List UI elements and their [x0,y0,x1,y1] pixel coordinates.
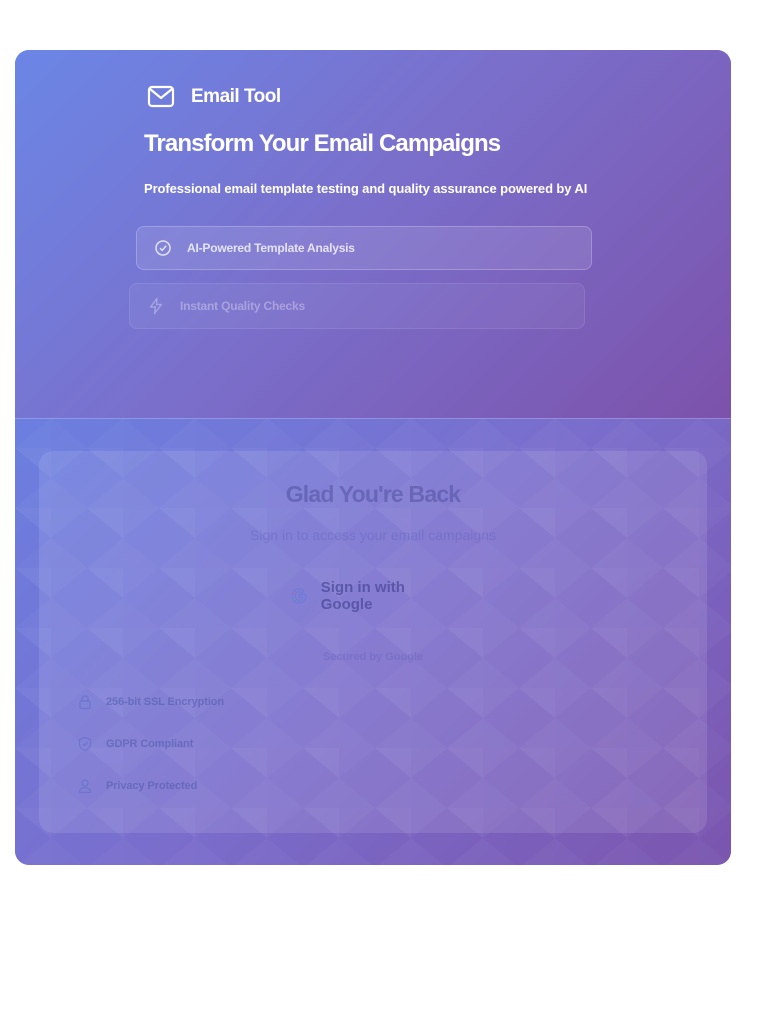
trust-item-gdpr: GDPR Compliant [77,736,193,752]
auth-card: Email Tool Transform Your Email Campaign… [15,50,731,865]
trust-label: Privacy Protected [106,780,198,792]
feature-ai-analysis: AI-Powered Template Analysis [136,226,592,270]
lock-icon [79,695,91,710]
trust-item-ssl: 256-bit SSL Encryption [77,694,224,710]
user-shield-icon [78,779,92,794]
login-card: Glad You're Back Sign in to access your … [39,451,707,833]
secured-note: Secured by Google [322,651,424,663]
trust-label: 256-bit SSL Encryption [106,696,225,708]
brand: Email Tool [147,84,281,110]
google-signin-button[interactable]: Sign in with Google [289,579,459,613]
brand-name: Email Tool [191,86,281,107]
login-title: Glad You're Back [285,481,461,507]
hero-subheadline: Professional email template testing and … [144,181,588,196]
feature-label: AI-Powered Template Analysis [187,241,355,255]
trust-label: GDPR Compliant [106,738,194,750]
login-subtitle: Sign in to access your email campaigns [250,527,496,543]
envelope-icon [147,85,175,108]
google-icon [291,588,307,604]
google-signin-label: Sign in with Google [320,579,405,613]
feature-label: Instant Quality Checks [180,299,305,313]
hero-panel: Email Tool Transform Your Email Campaign… [15,50,731,418]
feature-quality-checks: Instant Quality Checks [129,283,585,329]
shield-check-icon [78,736,92,752]
trust-item-privacy: Privacy Protected [77,778,197,794]
hero-headline: Transform Your Email Campaigns [144,130,501,157]
check-circle-icon [155,240,171,256]
lightning-icon [149,297,163,315]
login-section: Glad You're Back Sign in to access your … [15,418,731,865]
